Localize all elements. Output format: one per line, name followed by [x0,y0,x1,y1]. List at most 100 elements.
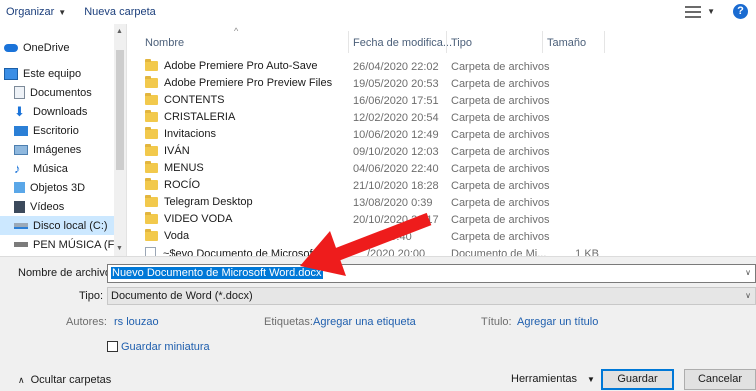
help-icon[interactable]: ? [733,4,748,19]
file-name: Adobe Premiere Pro Preview Files [164,77,333,89]
table-row[interactable]: VIDEO VODA 20/10/2020 22:17 Carpeta de a… [127,211,756,228]
file-type: Carpeta de archivos [451,197,550,209]
title-field[interactable]: Agregar un título [517,316,598,328]
chevron-up-icon: ∧ [18,374,25,385]
organize-label: Organizar [6,6,55,18]
file-name: Telegram Desktop [164,196,253,208]
file-type: Documento de Mi... [451,248,547,256]
table-row[interactable]: Adobe Premiere Pro Auto-Save 26/04/2020 … [127,58,756,75]
sidebar-item-usb-drive[interactable]: PEN MÚSICA (F ∨ [14,235,121,254]
toolbar: Organizar ▼ Nueva carpeta ▼ ? [0,0,756,24]
documents-icon [14,86,25,99]
file-type: Carpeta de archivos [451,180,550,192]
chevron-down-icon: ▼ [707,7,715,16]
table-row[interactable]: Adobe Premiere Pro Preview Files 19/05/2… [127,75,756,92]
navigation-pane: OneDrive Este equipo Documentos ⬇ Downlo… [0,24,127,256]
column-headers: ^ Nombre Fecha de modifica... Tipo Tamañ… [127,24,756,58]
file-type: Carpeta de archivos [451,78,550,90]
sidebar-item-label: PEN MÚSICA (F [33,238,115,251]
file-type: Carpeta de archivos [451,95,550,107]
table-row[interactable]: ~$evo Documento de Microsoft W /2020 20:… [127,245,756,256]
folder-icon [145,127,158,139]
sidebar-item-downloads[interactable]: ⬇ Downloads [14,102,87,121]
table-row[interactable]: ROCÍO 21/10/2020 18:28 Carpeta de archiv… [127,177,756,194]
file-type-select[interactable]: Documento de Word (*.docx) ∨ [107,287,756,305]
sidebar-item-label: OneDrive [23,41,70,54]
sidebar-item-label: Downloads [33,105,88,118]
filename-input[interactable]: Nuevo Documento de Microsoft Word.docx ∨ [107,264,756,283]
organize-menu[interactable]: Organizar ▼ [6,6,66,18]
scroll-down-icon[interactable]: ▼ [116,245,123,252]
table-row[interactable]: CONTENTS 16/06/2020 17:51 Carpeta de arc… [127,92,756,109]
file-type: Carpeta de archivos [451,129,550,141]
chevron-down-icon[interactable]: ∨ [745,268,751,277]
sidebar-item-label: Objetos 3D [30,181,86,194]
tools-menu[interactable]: Herramientas ▼ [511,373,595,385]
scroll-up-icon[interactable]: ▲ [116,28,123,35]
save-thumbnail-label[interactable]: Guardar miniatura [121,341,210,353]
sidebar-item-label: Vídeos [30,200,65,213]
table-row[interactable]: Invitacions 10/06/2020 12:49 Carpeta de … [127,126,756,143]
sidebar-item-onedrive[interactable]: OneDrive [4,38,69,57]
sidebar-item-desktop[interactable]: Escritorio [14,121,79,140]
cube-icon [14,182,25,193]
authors-field[interactable]: rs louzao [114,316,159,328]
sidebar-item-this-pc[interactable]: Este equipo [4,64,81,83]
file-name: ROCÍO [164,179,201,191]
chevron-down-icon: ▼ [58,7,67,17]
file-date: 13/08/2020 0:39 [353,197,433,209]
sidebar-item-pictures[interactable]: Imágenes [14,140,81,159]
save-options-panel: Nombre de archivo: Nuevo Documento de Mi… [0,256,756,391]
file-type: Carpeta de archivos [451,231,550,243]
file-date: 0 19:40 [375,231,412,243]
drive-icon [14,222,28,229]
column-header-size[interactable]: Tamaño [547,37,586,49]
desktop-icon [14,125,28,136]
table-row[interactable]: MENUS 04/06/2020 22:40 Carpeta de archiv… [127,160,756,177]
column-header-date[interactable]: Fecha de modifica... [353,37,452,49]
sidebar-scrollbar[interactable]: ▲ ▼ [114,24,126,256]
sidebar-item-3d-objects[interactable]: Objetos 3D [14,178,85,197]
save-button[interactable]: Guardar [601,369,674,390]
file-type: Carpeta de archivos [451,214,550,226]
table-row[interactable]: Telegram Desktop 13/08/2020 0:39 Carpeta… [127,194,756,211]
table-row[interactable]: IVÁN 09/10/2020 12:03 Carpeta de archivo… [127,143,756,160]
sidebar-item-videos[interactable]: Vídeos [14,197,64,216]
table-row[interactable]: CRISTALERIA 12/02/2020 20:54 Carpeta de … [127,109,756,126]
cancel-button[interactable]: Cancelar [684,369,756,390]
new-folder-button[interactable]: Nueva carpeta [84,6,156,18]
scrollbar-thumb[interactable] [116,50,124,170]
column-header-name[interactable]: Nombre [145,37,184,49]
sidebar-item-music[interactable]: ♪ Música [14,159,68,178]
change-view-button[interactable]: ▼ [685,5,715,18]
column-header-type[interactable]: Tipo [451,37,472,49]
file-date: 16/06/2020 17:51 [353,95,439,107]
chevron-down-icon: ∨ [745,291,751,300]
sort-ascending-icon: ^ [234,26,239,36]
file-name: Adobe Premiere Pro Auto-Save [164,60,318,72]
file-date: 21/10/2020 18:28 [353,180,439,192]
save-thumbnail-checkbox[interactable] [107,341,118,352]
hide-folders-button[interactable]: ∧ Ocultar carpetas [18,374,111,386]
sidebar-item-label: Documentos [30,86,92,99]
file-type: Carpeta de archivos [451,61,550,73]
sidebar-item-documents[interactable]: Documentos [14,83,92,102]
new-folder-label: Nueva carpeta [84,6,156,18]
sidebar-item-local-disk[interactable]: Disco local (C:) [0,216,115,235]
hide-folders-label: Ocultar carpetas [30,374,112,386]
folder-icon [145,178,158,190]
download-icon: ⬇ [14,103,25,119]
folder-icon [145,110,158,122]
tags-field[interactable]: Agregar una etiqueta [313,316,416,328]
authors-label: Autores: [66,316,107,328]
file-date: 04/06/2020 22:40 [353,163,439,175]
table-row[interactable]: Voda 0 19:40 Carpeta de archivos [127,228,756,245]
title-label: Título: [481,316,512,328]
sidebar-item-label: Música [33,162,68,175]
folder-icon [145,76,158,88]
file-name: IVÁN [164,145,190,157]
music-icon: ♪ [14,160,21,176]
file-size: 1 KB [575,248,599,256]
file-type: Carpeta de archivos [451,163,550,175]
file-list: ^ Nombre Fecha de modifica... Tipo Tamañ… [127,24,756,256]
